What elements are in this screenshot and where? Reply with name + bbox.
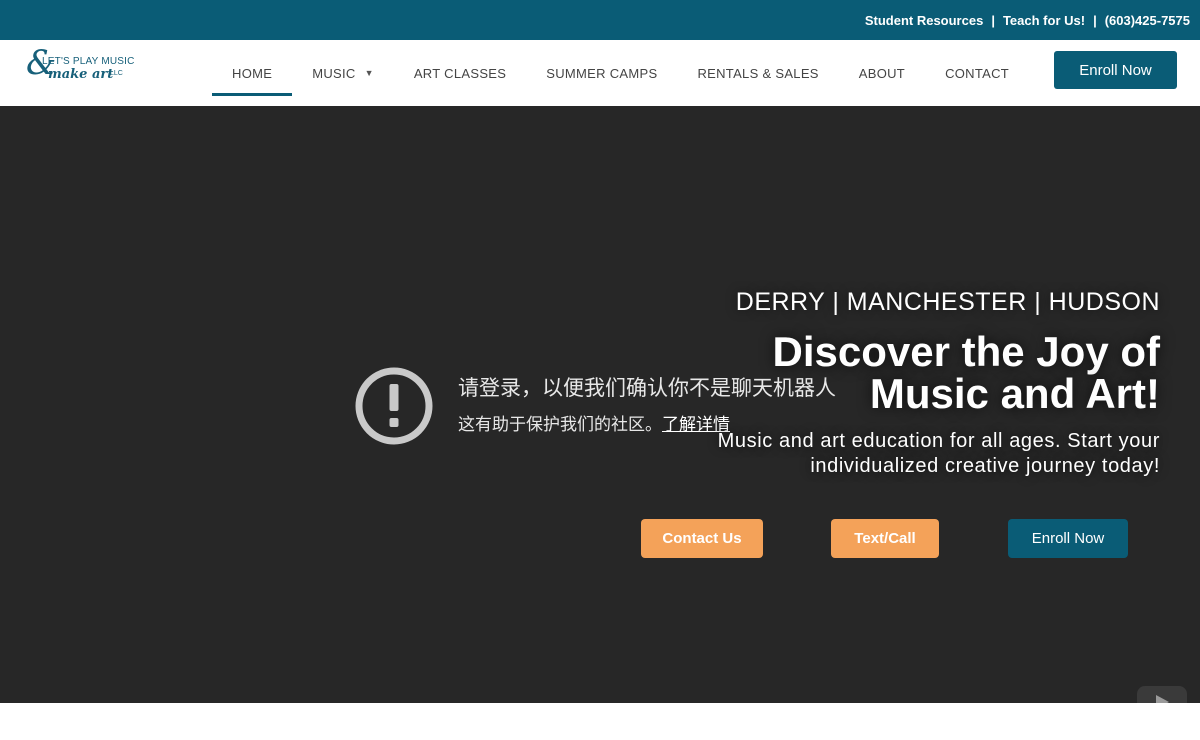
youtube-play-icon[interactable] [1137,686,1187,703]
headline-line-2: Music and Art! [869,370,1160,417]
site-header: & LET'S PLAY MUSIC make art LLC HOME MUS… [0,40,1200,106]
top-utility-bar: Student Resources | Teach for Us! | (603… [0,0,1200,40]
main-nav: HOME MUSIC ▼ ART CLASSES SUMMER CAMPS RE… [212,40,1029,106]
text-call-button[interactable]: Text/Call [831,519,939,558]
nav-item-label: MUSIC [312,65,356,81]
nav-item-label: CONTACT [945,65,1010,81]
teach-for-us-link[interactable]: Teach for Us! [1003,13,1085,28]
exclamation-circle-icon [355,367,433,445]
nav-item-music[interactable]: MUSIC ▼ [292,40,394,106]
nav-item-about[interactable]: ABOUT [839,40,925,106]
contact-us-button[interactable]: Contact Us [641,519,763,558]
top-utility-links: Student Resources | Teach for Us! | (603… [865,0,1190,40]
below-hero-area [0,703,1200,740]
tagline-line-1: Music and art education for all ages. St… [717,430,1160,452]
hero-tagline: Music and art education for all ages. St… [718,429,1160,479]
hero-enroll-now-button[interactable]: Enroll Now [1008,519,1128,558]
phone-link[interactable]: (603)425-7575 [1105,13,1190,28]
nav-item-home[interactable]: HOME [212,40,293,106]
hero-locations: DERRY | MANCHESTER | HUDSON [735,288,1160,316]
hero-text: DERRY | MANCHESTER | HUDSON Discover the… [718,288,1160,479]
nav-item-summer-camps[interactable]: SUMMER CAMPS [526,40,677,106]
nav-item-label: RENTALS & SALES [697,65,819,81]
student-resources-link[interactable]: Student Resources [865,13,983,28]
nav-item-contact[interactable]: CONTACT [925,40,1029,106]
site-logo[interactable]: & LET'S PLAY MUSIC make art LLC [26,46,136,90]
notice-subtitle: 这有助于保护我们的社区。了解详情 [458,410,730,435]
nav-item-label: HOME [232,65,273,81]
caret-down-icon: ▼ [364,68,374,78]
logo-suffix: LLC [110,70,123,77]
nav-item-art-classes[interactable]: ART CLASSES [394,40,526,106]
hero-headline: Discover the Joy of Music and Art! [718,331,1160,415]
notice-subtitle-text: 这有助于保护我们的社区。 [458,415,662,434]
nav-item-label: ABOUT [858,65,906,81]
enroll-now-button[interactable]: Enroll Now [1054,51,1177,89]
separator: | [991,12,995,28]
nav-item-label: SUMMER CAMPS [546,65,658,81]
logo-line-2: make art [48,67,114,82]
headline-line-1: Discover the Joy of [772,328,1160,375]
hero-section: 请登录，以便我们确认你不是聊天机器人 这有助于保护我们的社区。了解详情 DERR… [0,106,1200,703]
tagline-line-2: individualized creative journey today! [810,455,1160,477]
play-triangle-icon [1156,695,1169,703]
separator: | [1093,12,1097,28]
logo-line-1: LET'S PLAY MUSIC [42,56,135,67]
nav-item-label: ART CLASSES [413,65,507,81]
nav-item-rentals-sales[interactable]: RENTALS & SALES [677,40,838,106]
